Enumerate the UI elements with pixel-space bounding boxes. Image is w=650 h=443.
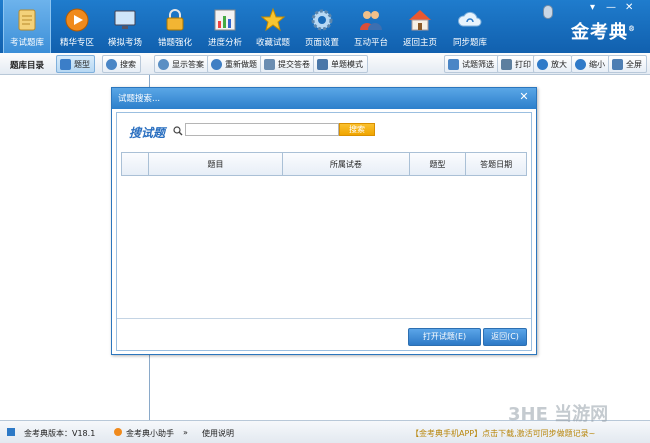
home-icon [409, 10, 431, 31]
filter-button[interactable]: 试题筛选 [444, 55, 499, 73]
search-submit-button[interactable]: 搜索 [339, 123, 375, 136]
nav-label: 收藏试题 [255, 38, 290, 48]
printer-icon [501, 58, 512, 70]
registered-mark: ® [628, 24, 636, 33]
dialog-separator [117, 318, 531, 319]
nav-item-mock-exam[interactable]: 模拟考场 [101, 0, 149, 53]
gear-icon [311, 9, 333, 31]
zoom-out-button[interactable]: 缩小 [571, 55, 610, 73]
button-label: 打印 [515, 59, 531, 69]
zoom-out-icon [575, 58, 586, 70]
button-label: 全屏 [626, 59, 642, 69]
pin-icon[interactable] [543, 5, 553, 19]
print-button[interactable]: 打印 [497, 55, 536, 73]
button-label: 题型 [74, 59, 90, 69]
search-label: 搜试题 [129, 126, 166, 140]
arrows-icon: » [183, 428, 188, 437]
dialog-close-button[interactable]: ✕ [516, 89, 532, 105]
question-bank-icon [18, 9, 36, 31]
nav-item-community[interactable]: 互动平台 [347, 0, 395, 53]
toolbar: 题库目录 题型 搜索 显示答案 重新做题 提交答卷 单题模式 试题筛选 打印 放… [0, 53, 650, 75]
redo-button[interactable]: 重新做题 [207, 55, 262, 73]
nav-item-highlights[interactable]: 精华专区 [53, 0, 101, 53]
search-button[interactable]: 搜索 [102, 55, 141, 73]
fullscreen-button[interactable]: 全屏 [608, 55, 647, 73]
nav-label: 考试题库 [9, 38, 44, 48]
nav-label: 进度分析 [207, 38, 242, 48]
dialog-title-bar: 试题搜索... ✕ [112, 88, 536, 109]
nav-item-exam-bank[interactable]: 考试题库 [3, 0, 51, 53]
column-header-exam-paper[interactable]: 所属试卷 [282, 153, 408, 175]
top-navigation: 考试题库 精华专区 模拟考场 错题强化 进度分析 收藏试题 页面设置 互动平台 … [0, 0, 650, 53]
button-label: 放大 [551, 59, 567, 69]
play-icon [65, 8, 89, 32]
manual-link[interactable]: 使用说明 [202, 428, 234, 439]
button-label: 缩小 [589, 59, 605, 69]
helper-icon [114, 428, 122, 436]
nav-item-mistakes[interactable]: 错题强化 [151, 0, 199, 53]
toolbar-title: 题库目录 [10, 61, 45, 71]
single-mode-button[interactable]: 单题模式 [313, 55, 368, 73]
app-logo: 金考典® [571, 18, 636, 44]
column-header-question[interactable]: 题目 [147, 153, 282, 175]
nav-label: 互动平台 [353, 38, 388, 48]
version-text: 金考典版本：V18.1 [24, 429, 96, 438]
show-answer-button[interactable]: 显示答案 [154, 55, 209, 73]
refresh-icon [211, 58, 222, 70]
nav-item-favorites[interactable]: 收藏试题 [249, 0, 297, 53]
submit-button[interactable]: 提交答卷 [260, 55, 315, 73]
magnifier-icon [106, 58, 117, 70]
nav-label: 模拟考场 [107, 38, 142, 48]
users-icon [360, 11, 382, 30]
nav-label: 返回主页 [402, 38, 437, 48]
column-header-type[interactable]: 题型 [408, 153, 466, 175]
search-icon [173, 126, 183, 136]
question-type-button[interactable]: 题型 [56, 55, 95, 73]
column-header-date[interactable]: 答题日期 [465, 153, 526, 175]
button-label: 单题模式 [331, 59, 363, 69]
nav-item-progress[interactable]: 进度分析 [201, 0, 249, 53]
nav-label: 同步题库 [452, 38, 487, 48]
button-label: 提交答卷 [278, 59, 310, 69]
helper-link[interactable]: 金考典小助手 [126, 428, 174, 439]
cloud-sync-icon [457, 11, 482, 27]
dialog-body: 搜试题 搜索 题目 所属试卷 题型 答题日期 打开试题(E) 返回(C) [116, 112, 532, 351]
close-window-button[interactable]: ✕ [625, 2, 633, 13]
nav-item-home[interactable]: 返回主页 [396, 0, 444, 53]
button-label: 重新做题 [225, 59, 257, 69]
single-icon [317, 58, 328, 70]
watermark-logo: 3HE 当游网 [508, 404, 609, 425]
lock-icon [166, 9, 184, 31]
document-icon [264, 58, 275, 70]
fullscreen-icon [612, 58, 623, 70]
column-header-index[interactable] [122, 153, 148, 175]
eye-icon [158, 58, 169, 70]
button-label: 搜索 [120, 59, 136, 69]
app-small-icon [7, 428, 15, 436]
book-icon [60, 58, 71, 70]
nav-label: 精华专区 [59, 38, 94, 48]
nav-label: 页面设置 [304, 38, 339, 48]
monitor-icon [114, 10, 136, 29]
search-input[interactable] [185, 123, 339, 136]
zoom-in-button[interactable]: 放大 [533, 55, 572, 73]
filter-icon [448, 58, 459, 70]
bar-chart-icon [214, 9, 236, 31]
button-label: 试题筛选 [462, 59, 494, 69]
logo-text: 金考典 [571, 22, 628, 43]
nav-label: 错题强化 [157, 38, 192, 48]
star-icon [260, 7, 286, 32]
minimize-button[interactable]: — [606, 2, 616, 13]
search-dialog: 试题搜索... ✕ 搜试题 搜索 题目 所属试卷 题型 答题日期 打开试题(E)… [111, 87, 537, 355]
results-table-header: 题目 所属试卷 题型 答题日期 [121, 152, 527, 176]
open-question-button[interactable]: 打开试题(E) [408, 328, 481, 346]
app-download-link[interactable]: 【金考典手机APP】点击下载,激活可同步做题记录~ [411, 428, 595, 439]
zoom-in-icon [537, 58, 548, 70]
menu-dropdown-button[interactable]: ▾ [590, 2, 595, 13]
nav-item-page-settings[interactable]: 页面设置 [298, 0, 346, 53]
nav-item-sync[interactable]: 同步题库 [446, 0, 494, 53]
back-button[interactable]: 返回(C) [483, 328, 527, 346]
dialog-title: 试题搜索... [118, 94, 161, 104]
button-label: 显示答案 [172, 59, 204, 69]
